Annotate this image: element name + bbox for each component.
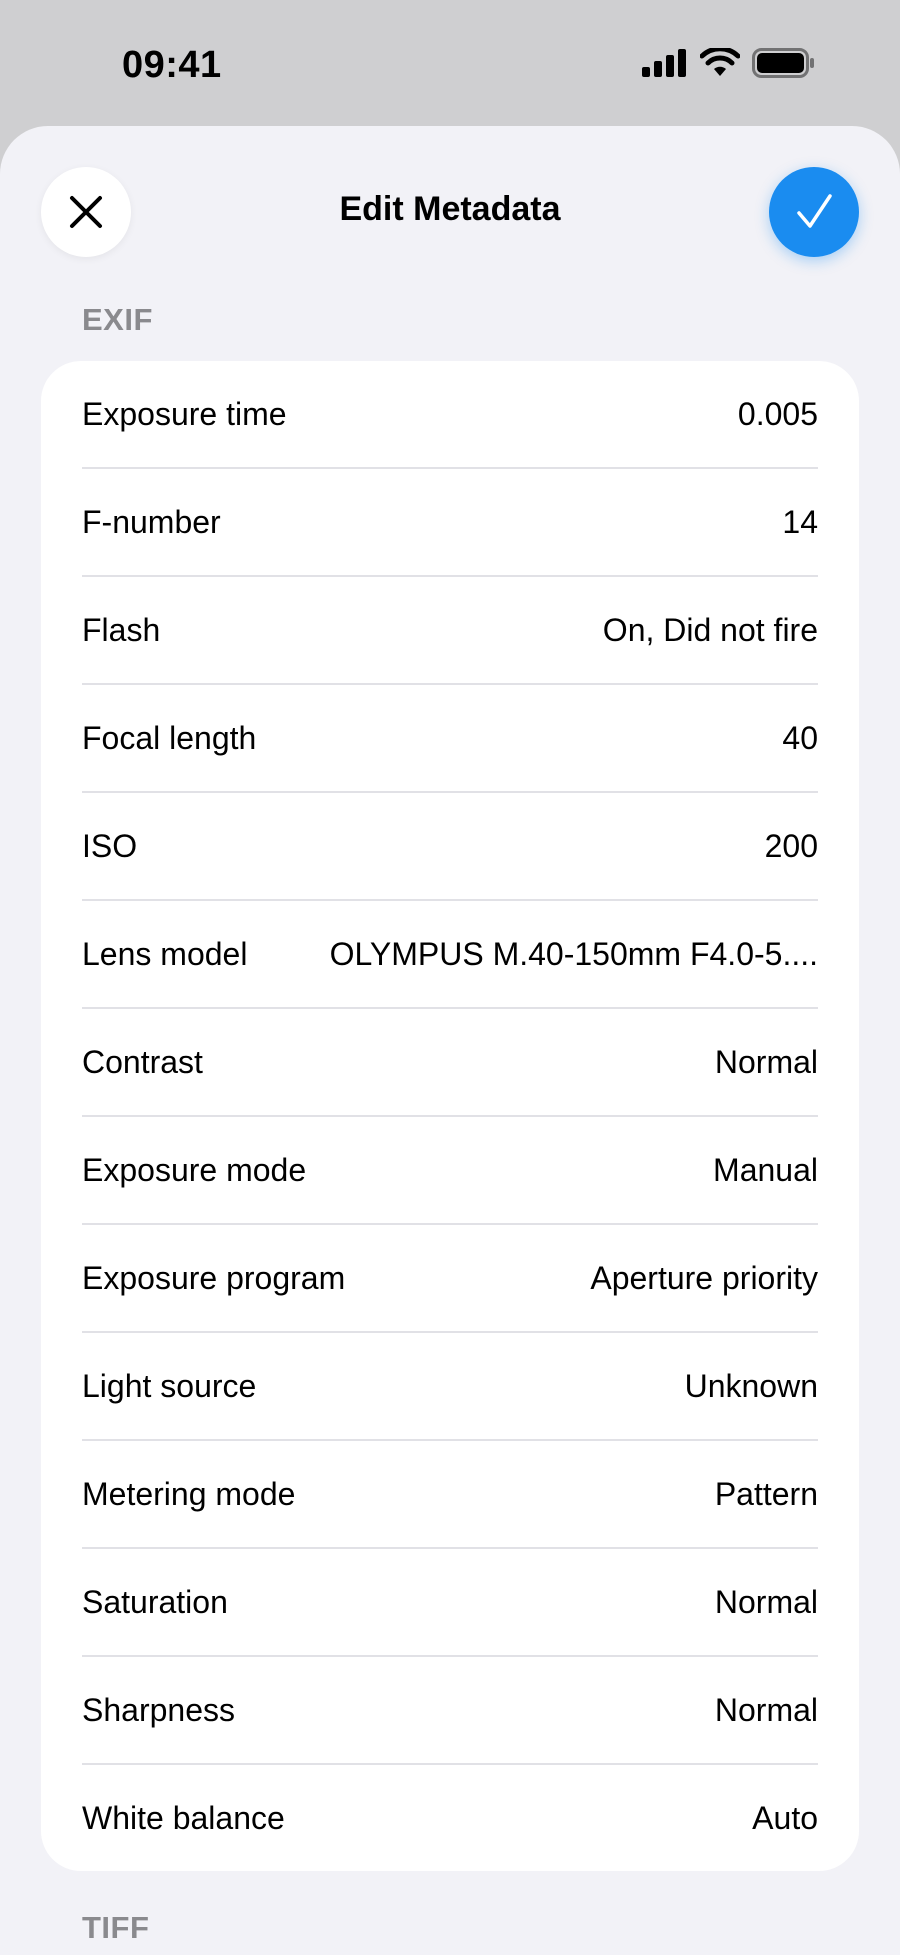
row-label: Focal length: [82, 719, 257, 756]
metadata-row-metering-mode[interactable]: Metering mode Pattern: [82, 1439, 818, 1547]
row-value: Normal: [714, 1583, 818, 1620]
metadata-row-exposure-program[interactable]: Exposure program Aperture priority: [82, 1223, 818, 1331]
confirm-button[interactable]: [769, 167, 859, 257]
row-label: White balance: [82, 1799, 285, 1836]
row-value: 14: [782, 503, 818, 540]
row-value: 40: [782, 719, 818, 756]
row-label: Metering mode: [82, 1475, 296, 1512]
row-label: Sharpness: [82, 1691, 235, 1728]
row-value: Unknown: [684, 1367, 818, 1404]
row-value: 200: [764, 827, 818, 864]
edit-metadata-sheet: Edit Metadata EXIF Exposure time 0.005 F…: [0, 126, 900, 1955]
metadata-row-white-balance[interactable]: White balance Auto: [82, 1763, 818, 1871]
row-value: Normal: [714, 1043, 818, 1080]
row-value: OLYMPUS M.40-150mm F4.0-5....: [329, 935, 818, 972]
row-label: ISO: [82, 827, 138, 864]
wifi-icon: [700, 48, 740, 76]
metadata-row-focal-length[interactable]: Focal length 40: [82, 683, 818, 791]
row-value: 0.005: [737, 395, 818, 432]
row-label: Flash: [82, 611, 161, 648]
row-value: Normal: [714, 1691, 818, 1728]
metadata-row-light-source[interactable]: Light source Unknown: [82, 1331, 818, 1439]
metadata-row-exposure-mode[interactable]: Exposure mode Manual: [82, 1115, 818, 1223]
metadata-row-exposure-time[interactable]: Exposure time 0.005: [82, 361, 818, 467]
section-header-exif: EXIF: [82, 302, 153, 337]
metadata-row-lens-model[interactable]: Lens model OLYMPUS M.40-150mm F4.0-5....: [82, 899, 818, 1007]
row-label: Exposure mode: [82, 1151, 307, 1188]
row-label: Exposure time: [82, 395, 287, 432]
row-value: Aperture priority: [590, 1259, 818, 1296]
metadata-row-flash[interactable]: Flash On, Did not fire: [82, 575, 818, 683]
row-label: Contrast: [82, 1043, 203, 1080]
row-value: Manual: [713, 1151, 818, 1188]
metadata-row-iso[interactable]: ISO 200: [82, 791, 818, 899]
metadata-row-f-number[interactable]: F-number 14: [82, 467, 818, 575]
row-label: Saturation: [82, 1583, 228, 1620]
page-title: Edit Metadata: [339, 190, 561, 228]
metadata-row-contrast[interactable]: Contrast Normal: [82, 1007, 818, 1115]
metadata-row-sharpness[interactable]: Sharpness Normal: [82, 1655, 818, 1763]
row-label: Lens model: [82, 935, 248, 972]
status-icons: [642, 48, 816, 78]
metadata-row-saturation[interactable]: Saturation Normal: [82, 1547, 818, 1655]
row-value: On, Did not fire: [602, 611, 818, 648]
section-header-tiff: TIFF: [82, 1910, 150, 1945]
cellular-signal-icon: [642, 49, 686, 77]
row-label: F-number: [82, 503, 221, 540]
row-value: Auto: [752, 1799, 818, 1836]
row-label: Exposure program: [82, 1259, 346, 1296]
battery-icon: [752, 48, 814, 78]
status-bar: 09:41: [0, 0, 900, 125]
row-label: Light source: [82, 1367, 257, 1404]
checkmark-icon: [797, 194, 832, 228]
row-value: Pattern: [714, 1475, 818, 1512]
status-time: 09:41: [122, 44, 222, 86]
exif-card: Exposure time 0.005 F-number 14 Flash On…: [41, 361, 859, 1871]
